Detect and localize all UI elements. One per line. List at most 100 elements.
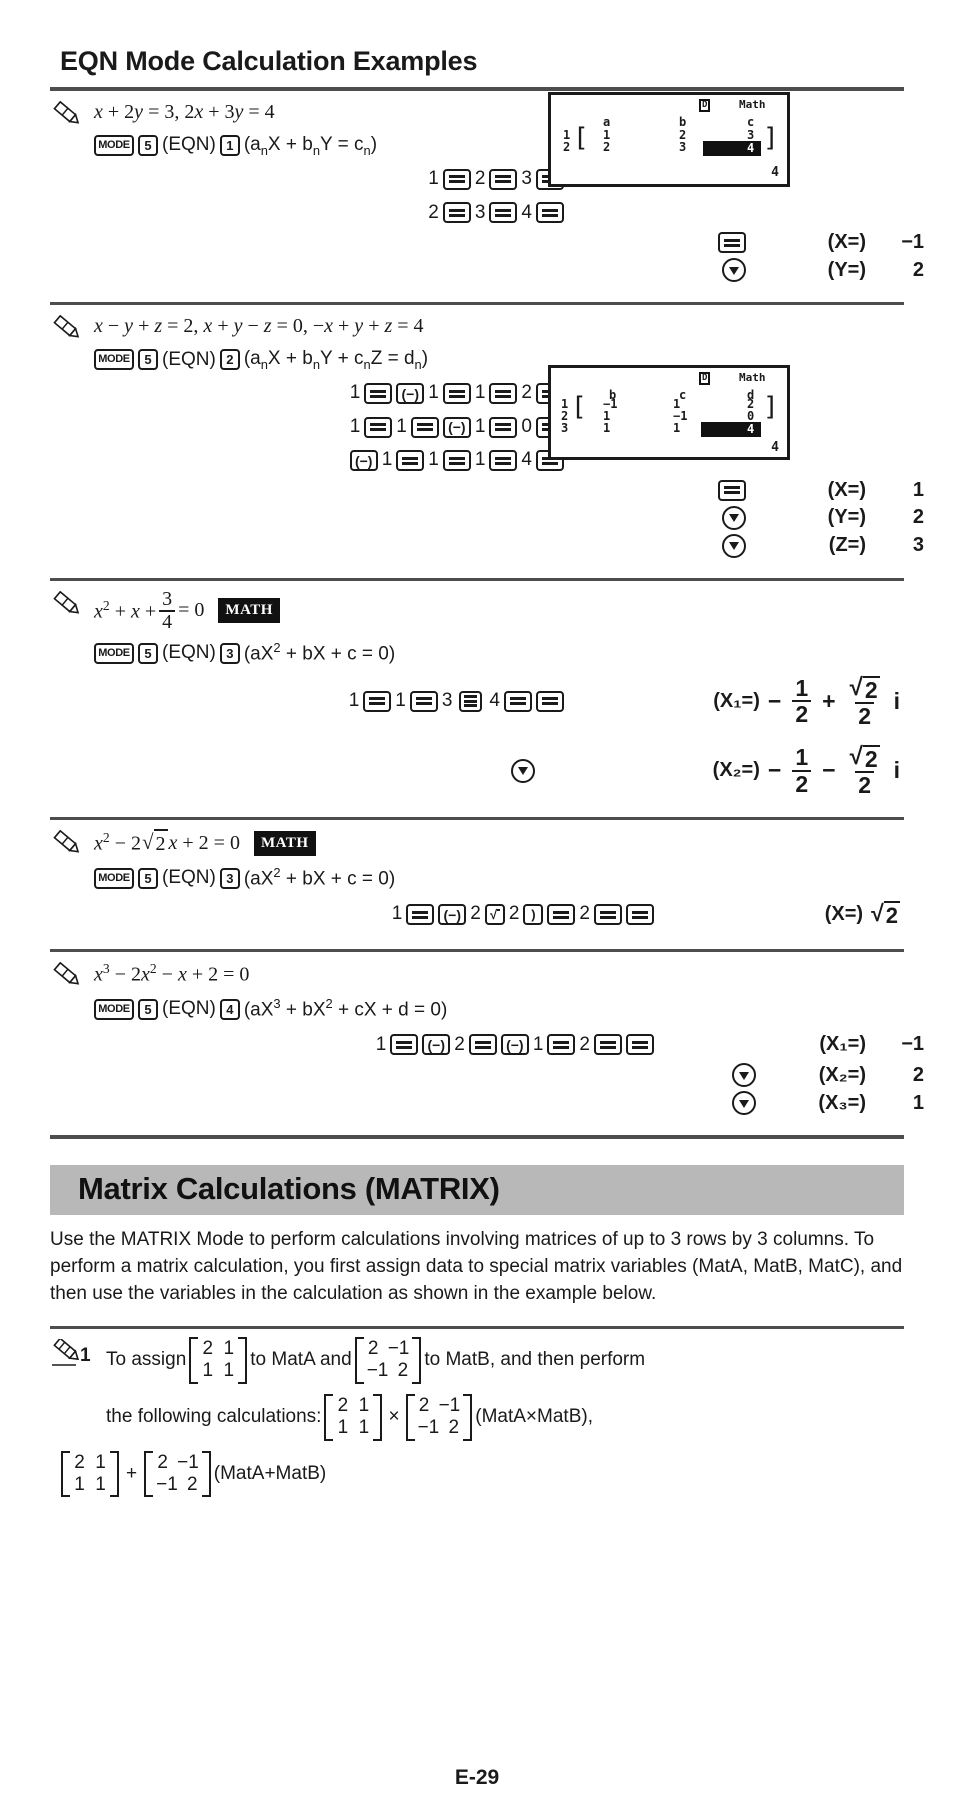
result-label-x2: (X₂=) bbox=[818, 1063, 866, 1086]
equals-key[interactable] bbox=[442, 202, 471, 224]
equals-key[interactable] bbox=[409, 690, 438, 712]
fraction-denominator: 2 bbox=[855, 701, 874, 728]
down-arrow-key[interactable] bbox=[722, 533, 746, 558]
digit-1: 1 bbox=[474, 449, 486, 471]
matrix-line2-text-a: the following calculations: bbox=[106, 1405, 322, 1427]
example-5-result-x1: (X₁=) −1 bbox=[756, 1033, 924, 1056]
equals-key[interactable] bbox=[626, 904, 654, 926]
equals-key[interactable] bbox=[547, 904, 576, 926]
negative-key[interactable]: (−) bbox=[500, 1034, 529, 1056]
equals-key[interactable] bbox=[718, 232, 746, 254]
fraction-numerator: √ 2 bbox=[847, 674, 883, 702]
down-arrow-key[interactable] bbox=[732, 1091, 756, 1116]
key-5[interactable]: 5 bbox=[138, 868, 158, 890]
key-1[interactable]: 1 bbox=[219, 135, 240, 157]
equals-key[interactable] bbox=[626, 1034, 654, 1056]
matrix-example-line-3: 21 11 + 2 −1 −1 2 (MatA+MatB) bbox=[58, 1450, 904, 1498]
equals-key[interactable] bbox=[536, 202, 564, 224]
math-badge: MATH bbox=[253, 830, 316, 856]
equals-key[interactable] bbox=[547, 1034, 576, 1056]
result-label-x1: (X₁=) bbox=[713, 689, 760, 712]
equals-key[interactable] bbox=[442, 168, 471, 190]
result-label-x1: (X₁=) bbox=[819, 1033, 866, 1056]
matrix-line3-note: (MatA+MatB) bbox=[213, 1462, 327, 1484]
eqn-label: (EQN) bbox=[162, 348, 216, 370]
equals-key[interactable] bbox=[489, 202, 518, 224]
mode-key[interactable]: MODE bbox=[94, 998, 134, 1020]
equals-key[interactable] bbox=[442, 450, 471, 472]
equals-key[interactable] bbox=[718, 479, 746, 501]
equals-key[interactable] bbox=[594, 1034, 622, 1056]
down-arrow-key[interactable] bbox=[732, 1063, 756, 1088]
negative-key[interactable]: (−) bbox=[438, 904, 467, 926]
mode-key[interactable]: MODE bbox=[94, 868, 134, 890]
matrix-multiply-operator: × bbox=[388, 1405, 400, 1427]
digit-4: 4 bbox=[489, 690, 500, 712]
key-5[interactable]: 5 bbox=[138, 642, 158, 664]
equals-key[interactable] bbox=[396, 450, 425, 472]
matA-r0c1: 1 bbox=[95, 1451, 106, 1473]
key-5[interactable]: 5 bbox=[138, 135, 158, 157]
equals-key[interactable] bbox=[536, 690, 564, 712]
key-3[interactable]: 3 bbox=[219, 642, 240, 664]
matrix-b-inline-2: 2 −1 −1 2 bbox=[405, 1393, 473, 1441]
negative-key[interactable]: (−) bbox=[349, 450, 378, 472]
equals-key[interactable] bbox=[364, 416, 393, 438]
equals-key[interactable] bbox=[489, 416, 518, 438]
down-arrow-key[interactable] bbox=[510, 758, 535, 783]
digit-1: 1 bbox=[396, 415, 407, 437]
example-3-equation-text: x2 + x + bbox=[94, 597, 157, 623]
result-value-z: 3 bbox=[912, 534, 924, 557]
mode-key[interactable]: MODE bbox=[94, 135, 134, 157]
mode-key[interactable]: MODE bbox=[94, 349, 134, 371]
matB-r1c1: 2 bbox=[448, 1417, 460, 1439]
down-arrow-key[interactable] bbox=[722, 258, 746, 283]
down-arrow-key[interactable] bbox=[722, 505, 746, 530]
negative-key[interactable]: (−) bbox=[442, 416, 471, 438]
result-value-x3: 1 bbox=[912, 1091, 924, 1114]
digit-1: 1 bbox=[349, 382, 361, 404]
equals-key[interactable] bbox=[406, 904, 435, 926]
equals-key[interactable] bbox=[363, 690, 392, 712]
fraction-denominator: 4 bbox=[159, 609, 176, 633]
close-paren-key[interactable]: ) bbox=[523, 904, 544, 926]
key-4[interactable]: 4 bbox=[219, 998, 240, 1020]
example-1-result-x: (X=) −1 bbox=[94, 231, 924, 254]
equals-key[interactable] bbox=[410, 416, 439, 438]
matA-r0c0: 2 bbox=[202, 1337, 214, 1359]
equals-key[interactable] bbox=[594, 904, 622, 926]
matB-r1c1: 2 bbox=[397, 1360, 409, 1382]
negative-key[interactable]: (−) bbox=[396, 383, 425, 405]
minus-sign: − bbox=[822, 757, 836, 784]
lcd-screen-1: D Math a b c 1 2 [ 1 2 2 3 3 4 ] 4 bbox=[548, 92, 790, 187]
minus-sign: − bbox=[767, 687, 782, 714]
equals-key[interactable] bbox=[504, 690, 532, 712]
lcd-indicator-math: Math bbox=[739, 371, 766, 385]
matrix-add-operator: + bbox=[126, 1462, 138, 1484]
mode-key[interactable]: MODE bbox=[94, 642, 134, 664]
digit-1: 1 bbox=[428, 382, 439, 404]
equals-key[interactable] bbox=[364, 383, 393, 405]
key-2[interactable]: 2 bbox=[219, 349, 240, 371]
digit-2: 2 bbox=[579, 903, 590, 925]
equals-key[interactable] bbox=[442, 383, 471, 405]
sqrt-key[interactable]: √ bbox=[484, 904, 505, 926]
lcd-col-header-c: c bbox=[747, 115, 755, 129]
equals-key[interactable] bbox=[390, 1034, 419, 1056]
imaginary-unit: i bbox=[893, 757, 900, 784]
result-label-x: (X=) bbox=[827, 231, 866, 254]
lcd-cell-d2: 0 bbox=[747, 409, 755, 424]
result-fraction-half: 1 2 bbox=[792, 745, 812, 796]
minus-sign: − bbox=[767, 757, 782, 784]
equals-key[interactable] bbox=[468, 1034, 497, 1056]
result-value-y: 2 bbox=[912, 506, 924, 529]
equals-key[interactable] bbox=[489, 168, 518, 190]
equals-key[interactable] bbox=[489, 383, 518, 405]
key-5[interactable]: 5 bbox=[138, 998, 158, 1020]
fraction-key[interactable] bbox=[459, 690, 483, 712]
equals-key[interactable] bbox=[489, 450, 518, 472]
key-5[interactable]: 5 bbox=[138, 349, 158, 371]
key-3[interactable]: 3 bbox=[219, 868, 240, 890]
digit-1: 1 bbox=[349, 415, 361, 437]
negative-key[interactable]: (−) bbox=[422, 1034, 451, 1056]
